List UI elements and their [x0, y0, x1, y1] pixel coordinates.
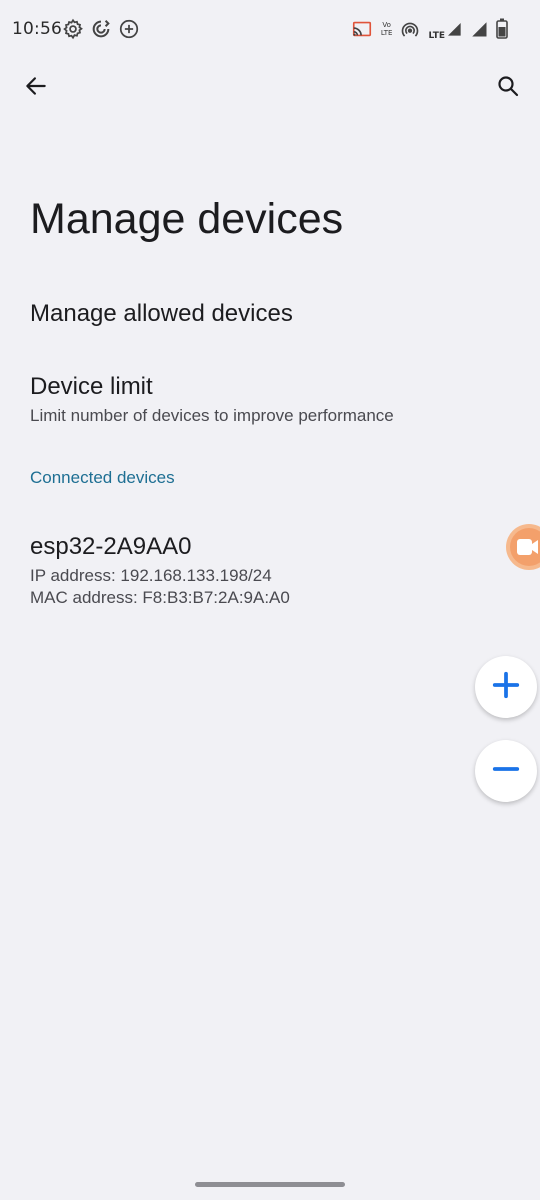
volte-label-bottom: LTE	[380, 29, 393, 37]
plus-icon	[491, 670, 521, 704]
hotspot-icon	[400, 18, 420, 40]
search-icon	[496, 74, 520, 102]
status-bar: 10:56 Vo LTE LTE	[0, 0, 540, 60]
sync-icon	[90, 18, 112, 44]
zoom-out-button[interactable]	[475, 740, 537, 802]
manage-allowed-devices-title: Manage allowed devices	[30, 300, 293, 327]
back-button[interactable]	[18, 70, 54, 106]
connected-devices-header: Connected devices	[30, 468, 175, 487]
video-camera-icon	[517, 539, 538, 555]
add-circle-icon	[118, 18, 140, 44]
arrow-back-icon	[23, 73, 49, 103]
gesture-nav-handle[interactable]	[195, 1182, 345, 1187]
connected-device-item[interactable]: esp32-2A9AA0 IP address: 192.168.133.198…	[0, 520, 540, 615]
manage-allowed-devices-item[interactable]: Manage allowed devices	[0, 280, 540, 350]
page-title: Manage devices	[30, 195, 344, 243]
status-time: 10:56	[12, 19, 62, 39]
zoom-in-button[interactable]	[475, 656, 537, 718]
device-mac-address: MAC address: F8:B3:B7:2A:9A:A0	[30, 588, 290, 607]
settings-gear-icon	[62, 18, 84, 44]
status-system-icons: Vo LTE LTE	[351, 18, 508, 41]
volte-icon: Vo LTE	[381, 21, 393, 37]
device-limit-summary: Limit number of devices to improve perfo…	[30, 406, 394, 425]
status-notification-icons	[62, 18, 140, 44]
device-ip-address: IP address: 192.168.133.198/24	[30, 566, 272, 585]
battery-icon	[496, 18, 508, 40]
device-name: esp32-2A9AA0	[30, 533, 192, 560]
cast-icon	[351, 18, 373, 40]
lte-label: LTE	[428, 31, 445, 41]
signal-2-icon	[470, 18, 488, 40]
device-limit-title: Device limit	[30, 373, 153, 400]
device-limit-item[interactable]: Device limit Limit number of devices to …	[0, 362, 540, 442]
signal-icon: LTE	[428, 18, 462, 41]
volte-label-top: Vo	[382, 21, 391, 29]
minus-icon	[491, 754, 521, 788]
search-button[interactable]	[490, 70, 526, 106]
